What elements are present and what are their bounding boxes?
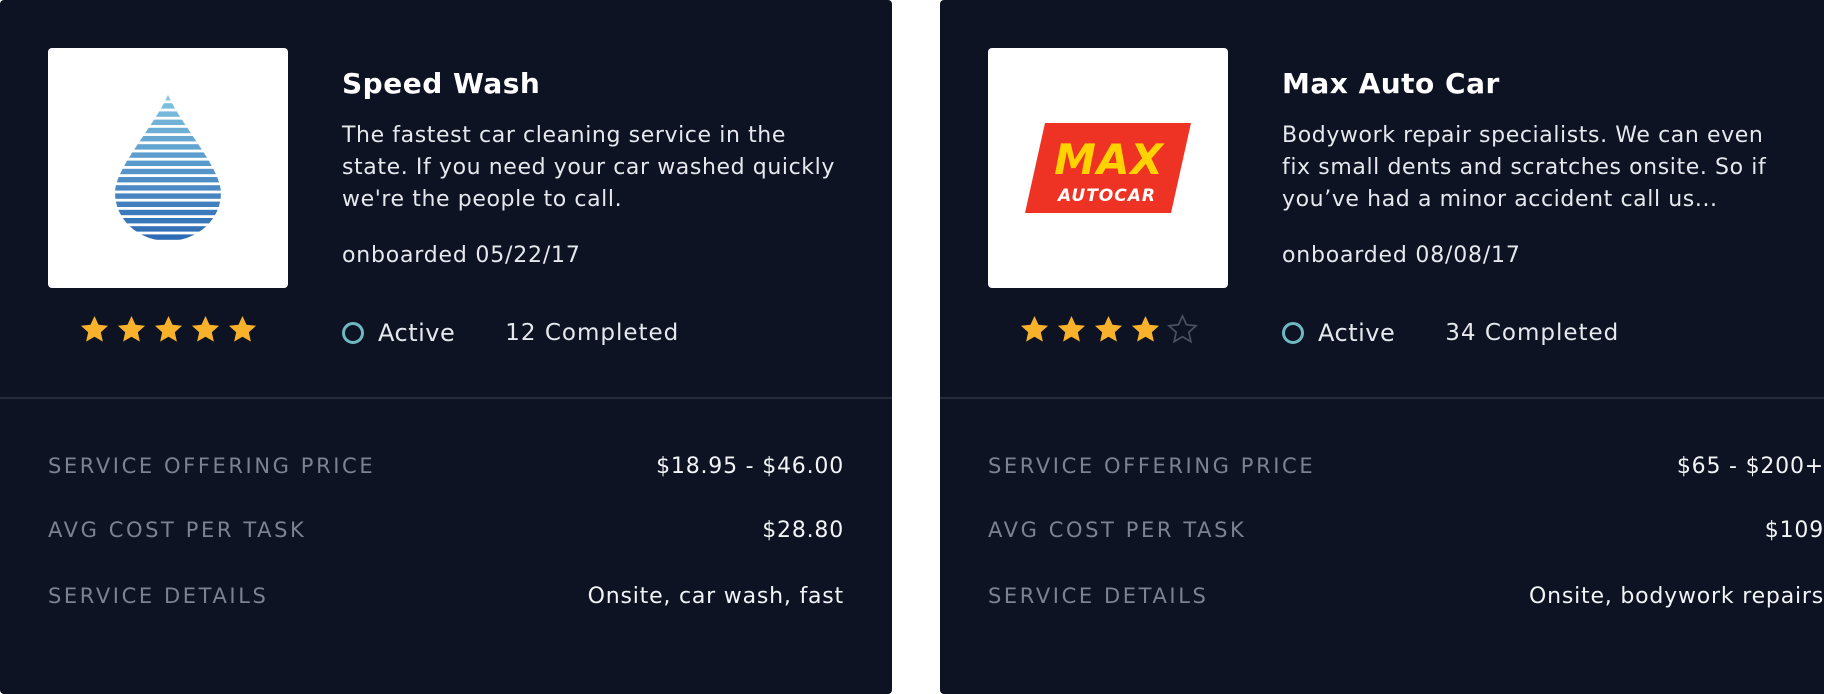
drop-stripe (115, 136, 221, 142)
detail-value: $18.95 - $46.00 (656, 454, 844, 479)
provider-card-max-auto-car[interactable]: MAX AUTOCAR Max Auto Car Bodywork repair… (940, 0, 1824, 694)
onboarded-date: onboarded 08/08/17 (1282, 243, 1521, 268)
status-text: Active (378, 319, 456, 347)
star-filled-icon (154, 315, 182, 342)
detail-label: SERVICE DETAILS (988, 584, 1209, 608)
drop-stripe (115, 177, 221, 183)
rating-stars (988, 314, 1228, 345)
drop-stripe (115, 168, 221, 175)
star-empty-icon (1166, 314, 1198, 344)
detail-row-avg-cost: AVG COST PER TASK $109 (988, 518, 1824, 543)
detail-label: AVG COST PER TASK (988, 518, 1247, 542)
drop-stripe (115, 119, 221, 125)
drop-stripe (115, 144, 221, 150)
rating-stars (48, 314, 288, 345)
detail-label: SERVICE OFFERING PRICE (48, 454, 376, 478)
divider (940, 397, 1824, 399)
detail-value: Onsite, car wash, fast (587, 584, 844, 609)
status-ring-icon (1282, 322, 1304, 344)
water-drop-icon (115, 95, 221, 240)
detail-label: AVG COST PER TASK (48, 518, 307, 542)
drop-stripe (115, 234, 221, 240)
star-filled-icon (117, 315, 145, 342)
status-text: Active (1318, 319, 1396, 347)
max-autocar-logo-icon: MAX AUTOCAR (1025, 123, 1191, 213)
detail-label: SERVICE DETAILS (48, 584, 269, 608)
status-ring-icon (342, 322, 364, 344)
divider (0, 397, 892, 399)
star-filled-icon (1131, 315, 1159, 342)
star-filled-icon (1057, 315, 1085, 342)
detail-value: Onsite, bodywork repairs (1529, 584, 1824, 609)
drop-stripe (115, 209, 221, 216)
drop-stripe (115, 103, 221, 109)
detail-value: $28.80 (762, 518, 844, 543)
logo-text-max: MAX (1054, 135, 1165, 184)
status-row: Active 12 Completed (342, 316, 679, 350)
detail-value: $109 (1764, 518, 1824, 543)
onboarded-date: onboarded 05/22/17 (342, 243, 581, 268)
max-autocar-logo: MAX AUTOCAR (988, 48, 1228, 288)
detail-label: SERVICE OFFERING PRICE (988, 454, 1316, 478)
detail-row-service-details: SERVICE DETAILS Onsite, car wash, fast (48, 584, 844, 609)
completed-count: 34 Completed (1445, 320, 1620, 346)
detail-row-avg-cost: AVG COST PER TASK $28.80 (48, 518, 844, 543)
drop-stripe (115, 201, 221, 207)
drop-stripe (115, 193, 221, 199)
status-row: Active 34 Completed (1282, 316, 1619, 350)
drop-stripe (115, 226, 221, 232)
drop-stripe (115, 160, 221, 166)
drop-stripe (115, 152, 221, 158)
provider-card-speed-wash[interactable]: Speed Wash The fastest car cleaning serv… (0, 0, 892, 694)
star-filled-icon (1020, 315, 1048, 342)
detail-row-price: SERVICE OFFERING PRICE $65 - $200+ (988, 454, 1824, 479)
speed-wash-logo (48, 48, 288, 288)
detail-value: $65 - $200+ (1676, 454, 1824, 479)
star-filled-icon (80, 315, 108, 342)
star-filled-icon (228, 315, 256, 342)
provider-title: Max Auto Car (1282, 67, 1500, 100)
provider-description: The fastest car cleaning service in the … (342, 123, 835, 212)
drop-stripe (115, 218, 221, 224)
provider-title: Speed Wash (342, 67, 541, 100)
drop-stripe (115, 95, 221, 101)
drop-stripe (115, 127, 221, 134)
provider-description: Bodywork repair specialists. We can even… (1282, 123, 1767, 212)
detail-row-service-details: SERVICE DETAILS Onsite, bodywork repairs (988, 584, 1824, 609)
drop-stripe (115, 185, 221, 191)
completed-count: 12 Completed (505, 320, 680, 346)
logo-text-autocar: AUTOCAR (1056, 186, 1156, 206)
star-filled-icon (1094, 315, 1122, 342)
star-filled-icon (191, 315, 219, 342)
drop-stripe (115, 111, 221, 117)
detail-row-price: SERVICE OFFERING PRICE $18.95 - $46.00 (48, 454, 844, 479)
